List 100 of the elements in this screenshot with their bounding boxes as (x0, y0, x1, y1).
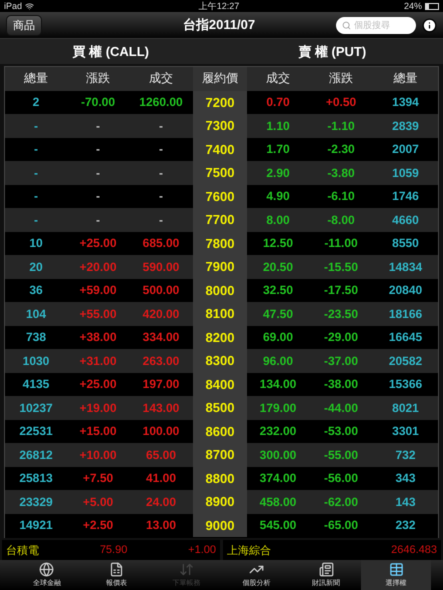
table-cell-text: 18166 (388, 306, 424, 323)
ticker-name: 上海綜合 (227, 544, 271, 558)
table-cell-text: 343 (394, 470, 417, 488)
arrows-icon (179, 562, 194, 577)
table-cell-text: 2.90 (265, 164, 291, 182)
table-cell-text: 1.70 (265, 141, 291, 158)
strike-price: 7600 (193, 184, 247, 208)
strike-price: 7300 (193, 114, 247, 138)
table-cell-text: - (158, 141, 164, 158)
table-cell-text: -37.00 (322, 352, 360, 370)
table-cell-text: 36 (28, 282, 44, 300)
table-cell-text: 8.00 (265, 212, 291, 229)
clock: 上午12:27 (198, 0, 240, 12)
table-cell-text: - (33, 188, 39, 206)
table-cell-text: 232.00 (258, 423, 298, 440)
table-cell-text: -23.50 (322, 306, 360, 323)
table-cell-text: 143.00 (142, 400, 180, 417)
table-cell-text: 20 (28, 258, 44, 276)
spreadsheet-icon (109, 562, 124, 577)
table-cell-text: -11.00 (323, 235, 359, 252)
info-icon[interactable] (422, 18, 437, 32)
table-cell-text: 12.50 (262, 235, 294, 252)
table-cell-text: - (33, 141, 39, 158)
table-cell-text: +59.00 (78, 282, 118, 300)
strike-price: 8300 (193, 349, 247, 372)
device-name: iPad (4, 1, 22, 11)
battery-icon (425, 2, 439, 10)
table-cell-text: 1059 (391, 164, 420, 182)
globe-icon (39, 562, 54, 577)
strike-price: 7900 (193, 255, 247, 278)
table-cell-text: - (33, 118, 39, 135)
strike-price: 8100 (193, 302, 247, 326)
table-cell-text: +55.00 (78, 306, 118, 323)
table-cell-text: -55.00 (322, 446, 360, 464)
table-cell-text: 738 (24, 329, 48, 346)
ticker-name: 台積電 (6, 544, 39, 558)
table-cell-text: +2.50 (82, 517, 114, 534)
column-header: 履約價 (193, 67, 247, 90)
table-cell-text: 20.50 (262, 258, 294, 276)
table-cell-text: +19.00 (78, 400, 118, 417)
table-cell-text: 100.00 (142, 423, 180, 440)
table-cell-text: +25.00 (78, 235, 118, 252)
table-cell-text: 458.00 (258, 494, 298, 511)
table-cell-text: 104 (24, 306, 48, 323)
table-cell-text: -8.00 (326, 212, 356, 229)
table-cell-text: - (158, 212, 164, 229)
table-cell-text: 179.00 (258, 400, 298, 417)
table-cell-text: 15366 (388, 376, 424, 394)
table-cell-text: - (95, 141, 101, 158)
column-header: 總量 (23, 70, 49, 88)
search-field[interactable]: 個股搜尋 (336, 16, 416, 34)
strike-price: 7500 (193, 161, 247, 184)
table-cell-text: +25.00 (78, 376, 118, 394)
table-cell-text: 232 (394, 517, 417, 534)
section-title: 買 權 (CALL) (71, 43, 150, 61)
strike-price: 9000 (193, 514, 247, 537)
wifi-icon (25, 2, 34, 10)
table-cell-text: -65.00 (322, 517, 360, 534)
table-cell-text: - (158, 188, 164, 206)
table-cell-text: 197.00 (142, 376, 180, 394)
table-cell-text: 500.00 (142, 282, 180, 300)
search-icon (342, 20, 351, 30)
table-cell-text: 2839 (391, 118, 420, 135)
strike-price: 8900 (193, 490, 247, 514)
product-button[interactable]: 商品 (6, 14, 42, 36)
table-cell-text: - (95, 212, 101, 229)
strike-price: 7400 (193, 138, 247, 161)
strike-price: 7200 (193, 90, 247, 114)
table-cell-text: 685.00 (142, 235, 180, 252)
table-cell-text: 25813 (18, 470, 54, 488)
table-cell-text: 374.00 (258, 470, 298, 488)
table-cell-text: -53.00 (322, 423, 360, 440)
table-icon (388, 562, 404, 577)
table-cell-text: 8550 (391, 235, 420, 252)
newspaper-icon (318, 562, 334, 577)
strike-price: 7700 (193, 208, 247, 232)
table-cell-text: -56.00 (322, 470, 360, 488)
column-header: 成交 (265, 70, 291, 88)
strike-price: 8700 (193, 443, 247, 466)
table-cell-text: 26812 (18, 446, 54, 464)
table-cell-text: 20840 (388, 282, 424, 300)
table-cell-text: +38.00 (78, 329, 118, 346)
table-cell-text: -38.00 (322, 376, 360, 394)
table-cell-text: 2 (32, 94, 40, 112)
table-cell-text: +31.00 (78, 352, 118, 370)
strike-price: 8400 (193, 372, 247, 396)
table-cell-text: 1746 (391, 188, 420, 206)
table-cell-text: 8021 (391, 400, 420, 417)
table-cell-text: - (158, 118, 164, 135)
table-cell-text: -29.00 (322, 329, 360, 346)
table-cell-text: -70.00 (80, 94, 116, 112)
table-cell-text: -62.00 (322, 494, 360, 511)
section-title: 賣 權 (PUT) (297, 43, 368, 61)
table-cell-text: 4.90 (265, 188, 291, 206)
table-cell-text: - (158, 164, 164, 182)
table-cell-text: +15.00 (78, 423, 118, 440)
table-cell-text: 1394 (391, 94, 420, 112)
table-cell-text: 4135 (22, 376, 50, 394)
strike-price: 8200 (193, 326, 247, 349)
search-input[interactable]: 個股搜尋 (354, 20, 410, 30)
